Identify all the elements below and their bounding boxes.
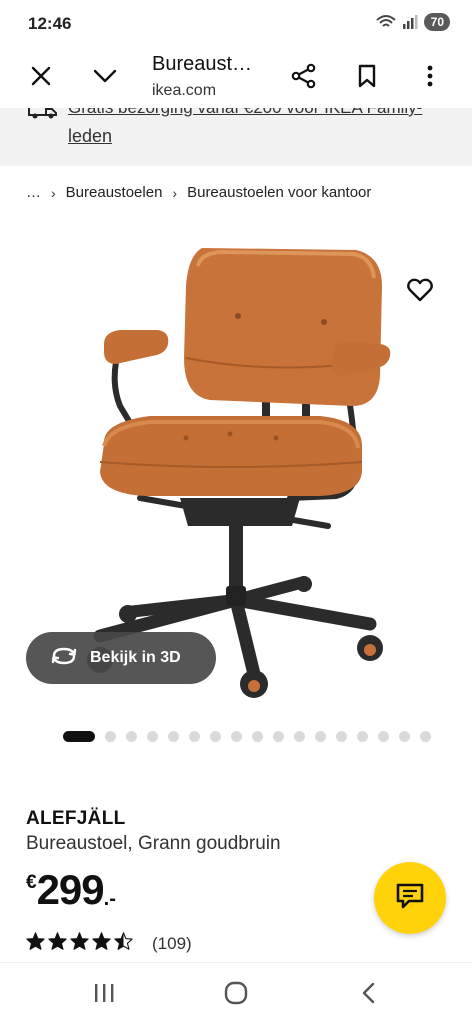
truck-icon [28, 108, 58, 125]
star-icon [92, 932, 111, 955]
price-integer: 299 [36, 866, 105, 913]
carousel-dot[interactable] [336, 731, 347, 742]
rating-count[interactable]: (109) [152, 934, 192, 954]
carousel-dot[interactable] [231, 731, 242, 742]
signal-icon [402, 15, 418, 29]
rating-stars [26, 932, 133, 955]
breadcrumb: … › Bureaustoelen › Bureaustoelen voor k… [26, 184, 371, 201]
bookmark-button[interactable] [345, 56, 389, 100]
carousel-dot[interactable] [420, 731, 431, 742]
carousel-dot[interactable] [294, 731, 305, 742]
collapse-button[interactable] [83, 56, 127, 100]
chat-button[interactable] [374, 862, 446, 934]
breadcrumb-item-bureaustoelen[interactable]: Bureaustoelen [66, 184, 163, 201]
share-button[interactable] [282, 56, 326, 100]
chevron-right-icon: › [51, 184, 56, 201]
carousel-dot[interactable] [315, 731, 326, 742]
home-button[interactable] [206, 975, 266, 1015]
chat-icon [395, 882, 425, 915]
battery-indicator: 70 [423, 13, 450, 31]
page-domain[interactable]: ikea.com [152, 82, 216, 100]
more-vert-icon [427, 65, 433, 92]
recent-apps-icon [93, 983, 115, 1008]
breadcrumb-ellipsis[interactable]: … [26, 184, 41, 201]
status-time: 12:46 [28, 14, 72, 33]
price-currency: € [26, 872, 37, 893]
close-icon [31, 66, 51, 91]
favorite-button[interactable] [402, 276, 438, 308]
product-rating[interactable]: (109) [26, 932, 192, 955]
carousel-dot[interactable] [63, 731, 95, 742]
status-bar: 12:46 70 [0, 0, 472, 48]
home-icon [224, 981, 248, 1010]
promo-banner: Gratis bezorging vanaf €200 voor IKEA Fa… [0, 108, 472, 166]
image-carousel-indicator[interactable] [63, 731, 431, 742]
close-button[interactable] [19, 56, 63, 100]
browser-toolbar: Bureaust… ikea.com [0, 48, 472, 108]
chevron-down-icon [93, 69, 117, 88]
back-icon [361, 982, 375, 1009]
star-icon [26, 932, 45, 955]
product-price: € 299 .- [26, 866, 116, 914]
carousel-dot[interactable] [273, 731, 284, 742]
carousel-dot[interactable] [126, 731, 137, 742]
system-navigation-bar [0, 962, 472, 1024]
rotate-3d-icon [50, 646, 78, 671]
more-options-button[interactable] [408, 56, 452, 100]
share-icon [291, 63, 317, 94]
recent-apps-button[interactable] [74, 975, 134, 1015]
carousel-dot[interactable] [147, 731, 158, 742]
star-icon [48, 932, 67, 955]
bookmark-icon [357, 64, 377, 93]
promo-text[interactable]: Gratis bezorging vanaf €200 voor IKEA Fa… [68, 108, 422, 118]
carousel-dot[interactable] [357, 731, 368, 742]
star-icon [70, 932, 89, 955]
promo-link[interactable]: leden [68, 126, 112, 147]
product-name: ALEFJÄLL [26, 808, 126, 829]
carousel-dot[interactable] [210, 731, 221, 742]
carousel-dot[interactable] [105, 731, 116, 742]
price-decimals: .- [103, 888, 116, 910]
back-button[interactable] [338, 975, 398, 1015]
carousel-dot[interactable] [189, 731, 200, 742]
status-icons: 70 [375, 13, 450, 31]
carousel-dot[interactable] [399, 731, 410, 742]
wifi-icon [375, 14, 396, 30]
carousel-dot[interactable] [252, 731, 263, 742]
breadcrumb-item-kantoor[interactable]: Bureaustoelen voor kantoor [187, 184, 371, 201]
product-description: Bureaustoel, Grann goudbruin [26, 833, 281, 854]
chevron-right-icon: › [172, 184, 178, 201]
star-icon [114, 932, 133, 955]
view-3d-button[interactable]: Bekijk in 3D [26, 632, 216, 684]
page-title[interactable]: Bureaust… [152, 53, 252, 76]
carousel-dot[interactable] [378, 731, 389, 742]
carousel-dot[interactable] [168, 731, 179, 742]
view-3d-label: Bekijk in 3D [90, 649, 181, 666]
heart-icon [407, 278, 433, 307]
